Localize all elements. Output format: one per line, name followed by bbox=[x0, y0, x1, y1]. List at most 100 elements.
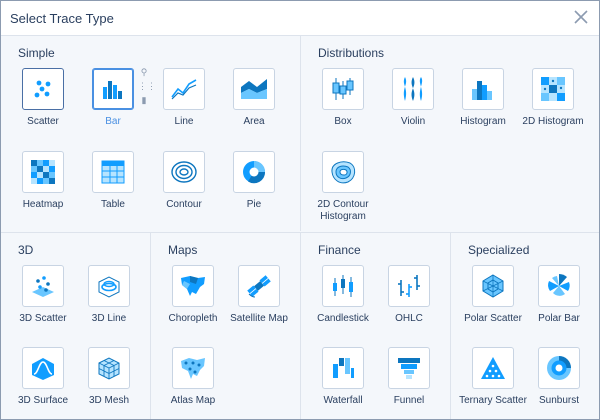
contour-icon bbox=[171, 161, 197, 183]
trace-type-polar-bar[interactable]: Polar Bar bbox=[525, 265, 593, 325]
scatter-icon bbox=[34, 80, 51, 98]
trace-label: Sunburst bbox=[538, 395, 580, 406]
trace-type-bar[interactable]: Bar bbox=[79, 68, 147, 128]
dialog-title: Select Trace Type bbox=[10, 11, 114, 26]
trace-type-scatter[interactable]: Scatter bbox=[9, 68, 77, 128]
satellite-tile bbox=[238, 265, 280, 307]
trace-label: Polar Scatter bbox=[464, 313, 522, 324]
trace-label: Contour bbox=[166, 199, 202, 210]
trace-type-contour[interactable]: Contour bbox=[150, 151, 218, 211]
divider-3d-maps bbox=[150, 233, 151, 419]
trace-type-2d-histogram[interactable]: 2D Histogram bbox=[519, 68, 587, 128]
trace-label: Area bbox=[243, 116, 265, 127]
chart-icon[interactable]: ▮ bbox=[138, 95, 150, 107]
trace-type-waterfall[interactable]: Waterfall bbox=[309, 347, 377, 407]
bar-hover-actions: ⚲ ⋮⋮ ▮ bbox=[138, 67, 156, 109]
trace-label: Atlas Map bbox=[170, 395, 216, 406]
mesh-3d-tile bbox=[88, 347, 130, 389]
section-title-simple: Simple bbox=[18, 46, 55, 60]
ohlc-tile bbox=[388, 265, 430, 307]
heatmap-icon bbox=[31, 160, 55, 184]
trace-label: Heatmap bbox=[22, 199, 64, 210]
waterfall-icon bbox=[333, 358, 354, 378]
trace-type-ternary-scatter[interactable]: Ternary Scatter bbox=[459, 347, 527, 407]
trace-type-area[interactable]: Area bbox=[220, 68, 288, 128]
candlestick-tile bbox=[322, 265, 364, 307]
box-tile bbox=[322, 68, 364, 110]
histogram-2d-tile bbox=[532, 68, 574, 110]
sunburst-icon bbox=[547, 356, 571, 380]
trace-label: Pie bbox=[246, 199, 262, 210]
histogram-2d-icon bbox=[541, 77, 565, 101]
mesh-3d-icon bbox=[98, 357, 120, 380]
trace-type-sunburst[interactable]: Sunburst bbox=[525, 347, 593, 407]
trace-type-3d-surface[interactable]: 3D Surface bbox=[9, 347, 77, 407]
atlas-map-icon bbox=[181, 358, 205, 379]
funnel-tile bbox=[388, 347, 430, 389]
candlestick-icon bbox=[333, 275, 353, 297]
surface-3d-tile bbox=[22, 347, 64, 389]
contour-histogram-icon bbox=[331, 161, 356, 184]
area-tile bbox=[233, 68, 275, 110]
trace-type-polar-scatter[interactable]: Polar Scatter bbox=[459, 265, 527, 325]
trace-label: 3D Surface bbox=[17, 395, 69, 406]
trace-label: Choropleth bbox=[168, 313, 218, 324]
table-icon bbox=[101, 160, 125, 184]
trace-label: Histogram bbox=[460, 116, 506, 127]
trace-type-satellite-map[interactable]: Satellite Map bbox=[225, 265, 293, 325]
trace-type-funnel[interactable]: Funnel bbox=[375, 347, 443, 407]
trace-type-table[interactable]: Table bbox=[79, 151, 147, 211]
grid-icon[interactable]: ⋮⋮ bbox=[138, 81, 156, 93]
close-icon[interactable] bbox=[572, 8, 590, 26]
section-title-maps: Maps bbox=[168, 243, 198, 257]
ternary-scatter-icon bbox=[481, 357, 505, 379]
trace-type-atlas-map[interactable]: Atlas Map bbox=[159, 347, 227, 407]
trace-label: Bar bbox=[105, 116, 121, 127]
line-tile bbox=[163, 68, 205, 110]
trace-type-2d-contour-histogram[interactable]: 2D Contour Histogram bbox=[309, 151, 377, 223]
histogram-icon bbox=[472, 81, 492, 100]
search-icon[interactable]: ⚲ bbox=[138, 67, 150, 79]
trace-type-ohlc[interactable]: OHLC bbox=[375, 265, 443, 325]
trace-type-choropleth[interactable]: Choropleth bbox=[159, 265, 227, 325]
trace-label: Funnel bbox=[393, 395, 425, 406]
trace-type-heatmap[interactable]: Heatmap bbox=[9, 151, 77, 211]
dialog-header: Select Trace Type bbox=[1, 1, 599, 36]
box-plot-icon bbox=[332, 78, 354, 100]
bar-tile bbox=[92, 68, 134, 110]
trace-label: Ternary Scatter bbox=[459, 395, 527, 406]
scatter-3d-tile bbox=[22, 265, 64, 307]
trace-type-pie[interactable]: Pie bbox=[220, 151, 288, 211]
trace-type-3d-scatter[interactable]: 3D Scatter bbox=[9, 265, 77, 325]
area-icon bbox=[241, 79, 267, 99]
trace-type-3d-line[interactable]: 3D Line bbox=[75, 265, 143, 325]
trace-label: Scatter bbox=[27, 116, 59, 127]
trace-type-3d-mesh[interactable]: 3D Mesh bbox=[75, 347, 143, 407]
trace-type-histogram[interactable]: Histogram bbox=[449, 68, 517, 128]
trace-label: Table bbox=[101, 199, 125, 210]
trace-label: Polar Bar bbox=[538, 313, 580, 324]
bar-icon bbox=[103, 81, 122, 99]
ohlc-icon bbox=[398, 275, 420, 297]
trace-type-line[interactable]: Line bbox=[150, 68, 218, 128]
ternary-scatter-tile bbox=[472, 347, 514, 389]
select-trace-type-dialog: Select Trace Type Simple Distributions 3… bbox=[0, 0, 600, 420]
trace-label: 2D Histogram bbox=[522, 116, 584, 127]
trace-type-candlestick[interactable]: Candlestick bbox=[309, 265, 377, 325]
divider-simple-distributions bbox=[300, 36, 301, 231]
trace-label: 2D Contour Histogram bbox=[317, 199, 369, 222]
trace-label: OHLC bbox=[395, 313, 423, 324]
contour-histogram-tile bbox=[322, 151, 364, 193]
section-title-distributions: Distributions bbox=[318, 46, 385, 60]
trace-type-box[interactable]: Box bbox=[309, 68, 377, 128]
pie-icon bbox=[243, 161, 266, 184]
polar-scatter-tile bbox=[472, 265, 514, 307]
line-3d-tile bbox=[88, 265, 130, 307]
trace-type-violin[interactable]: Violin bbox=[379, 68, 447, 128]
line-3d-icon bbox=[98, 276, 120, 298]
atlas-map-tile bbox=[172, 347, 214, 389]
polar-scatter-icon bbox=[482, 274, 504, 298]
trace-label: 3D Line bbox=[91, 313, 127, 324]
heatmap-tile bbox=[22, 151, 64, 193]
trace-label: 3D Mesh bbox=[88, 395, 129, 406]
